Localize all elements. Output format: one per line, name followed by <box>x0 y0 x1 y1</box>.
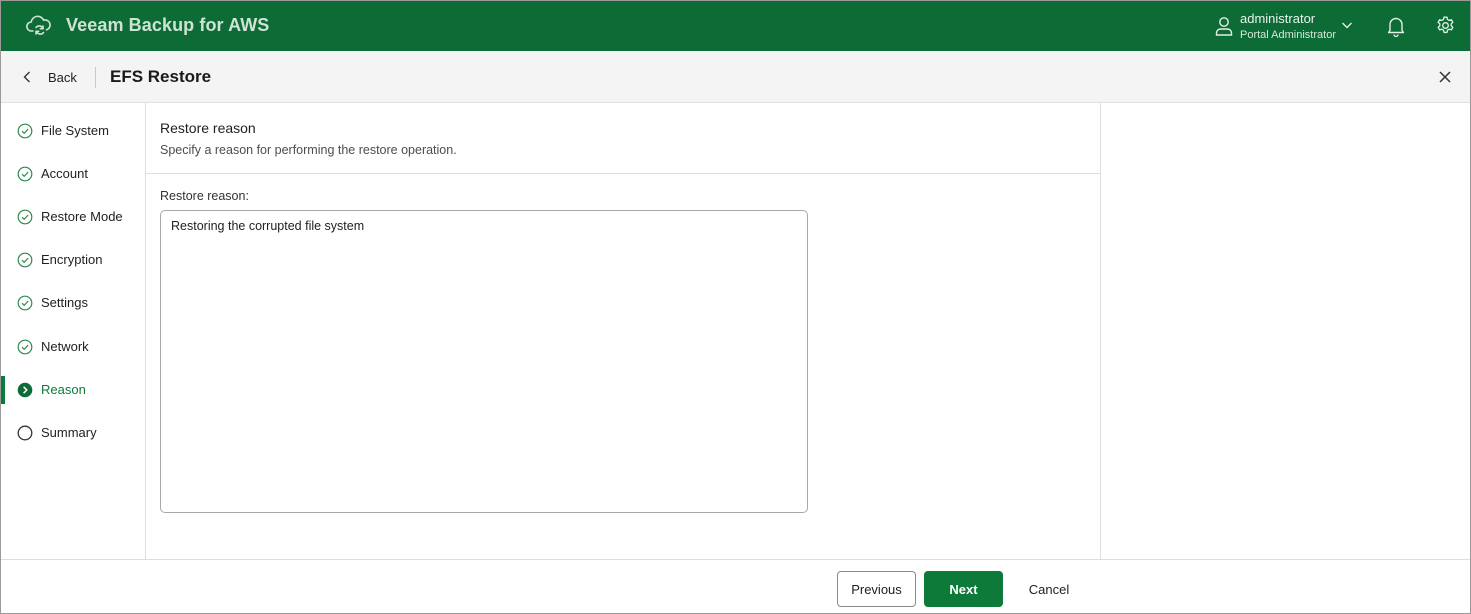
step-label: Settings <box>41 295 88 310</box>
cloud-sync-icon[interactable] <box>25 13 53 39</box>
app-title: Veeam Backup for AWS <box>66 15 270 35</box>
section-divider <box>146 173 1100 174</box>
step-label: File System <box>41 123 109 138</box>
chevron-left-icon <box>23 71 30 83</box>
user-role[interactable]: Portal Administrator <box>1240 29 1336 41</box>
chevron-down-icon[interactable] <box>1341 20 1353 30</box>
section-title: Restore reason <box>160 120 256 136</box>
active-step-indicator <box>1 376 5 404</box>
back-button[interactable]: Back <box>17 65 77 89</box>
step-file-system[interactable]: File System <box>1 116 145 146</box>
restore-reason-textarea[interactable]: Restoring the corrupted file system <box>160 210 808 513</box>
gear-icon[interactable] <box>1435 15 1456 36</box>
step-reason[interactable]: Reason <box>1 375 145 405</box>
close-icon[interactable] <box>1438 70 1452 84</box>
step-label: Restore Mode <box>41 209 123 224</box>
check-circle-icon <box>17 252 33 268</box>
back-label: Back <box>48 69 77 85</box>
top-bar: Veeam Backup for AWS administrator Porta… <box>1 1 1470 51</box>
bell-icon[interactable] <box>1386 15 1406 37</box>
section-description: Specify a reason for performing the rest… <box>160 143 457 157</box>
arrow-right-circle-icon <box>17 382 33 398</box>
step-settings[interactable]: Settings <box>1 288 145 318</box>
wizard-footer: Previous Next Cancel <box>1 559 1470 613</box>
check-circle-icon <box>17 209 33 225</box>
wizard-content: Restore reason Specify a reason for perf… <box>146 103 1101 559</box>
header-divider <box>95 67 96 88</box>
step-account[interactable]: Account <box>1 159 145 189</box>
restore-reason-label: Restore reason: <box>160 189 249 203</box>
step-network[interactable]: Network <box>1 332 145 362</box>
step-label: Account <box>41 166 88 181</box>
app-window: Veeam Backup for AWS administrator Porta… <box>0 0 1471 614</box>
empty-circle-icon <box>17 425 33 441</box>
step-summary[interactable]: Summary <box>1 418 145 448</box>
user-icon[interactable] <box>1215 16 1233 36</box>
check-circle-icon <box>17 166 33 182</box>
wizard-header: Back EFS Restore <box>1 51 1470 103</box>
page-title: EFS Restore <box>110 67 212 86</box>
user-name[interactable]: administrator <box>1240 11 1315 26</box>
check-circle-icon <box>17 123 33 139</box>
step-label: Encryption <box>41 252 103 267</box>
step-restore-mode[interactable]: Restore Mode <box>1 202 145 232</box>
next-button[interactable]: Next <box>924 571 1003 607</box>
step-label: Reason <box>41 382 86 397</box>
step-label: Summary <box>41 425 97 440</box>
cancel-button[interactable]: Cancel <box>1013 571 1085 607</box>
previous-button[interactable]: Previous <box>837 571 916 607</box>
check-circle-icon <box>17 295 33 311</box>
step-label: Network <box>41 339 89 354</box>
wizard-steps: File System Account Restore Mode Encrypt… <box>1 103 146 559</box>
step-encryption[interactable]: Encryption <box>1 245 145 275</box>
check-circle-icon <box>17 339 33 355</box>
